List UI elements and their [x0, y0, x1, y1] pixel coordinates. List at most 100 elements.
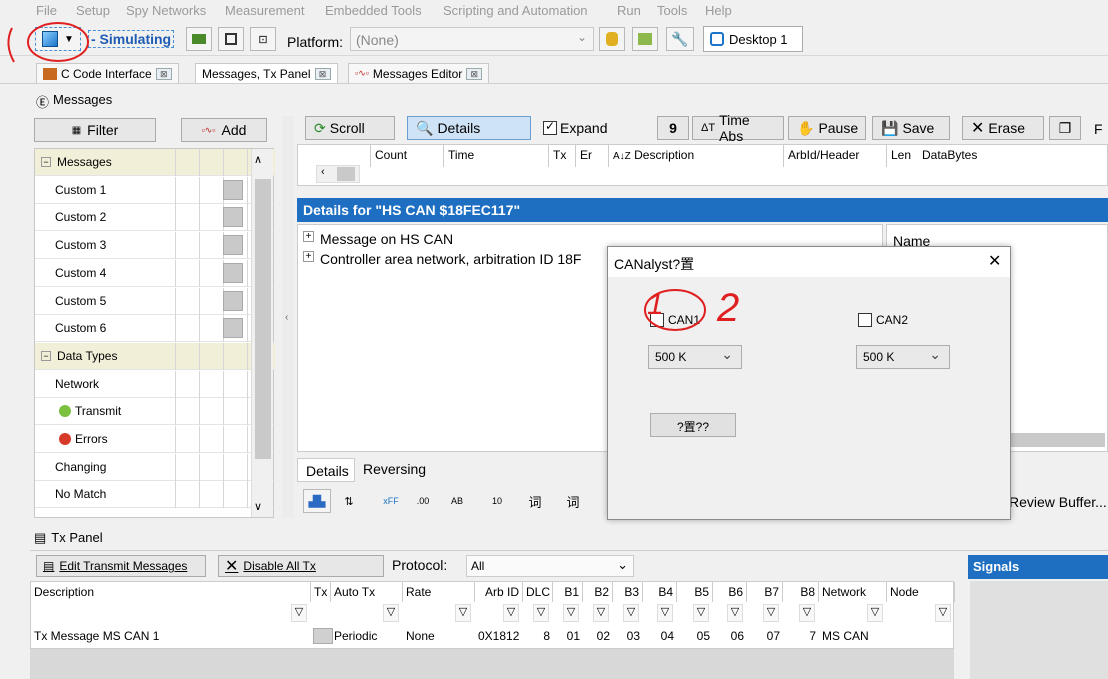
platform-button[interactable]: ⊡ [250, 27, 276, 51]
scroll-button[interactable]: ⟳ Scroll [305, 116, 395, 140]
hardware-button[interactable] [186, 27, 212, 51]
modules-button[interactable] [632, 27, 658, 51]
chevron-left-icon[interactable]: ‹ [285, 312, 288, 323]
expand-icon[interactable]: + [303, 231, 314, 242]
tree-item[interactable]: No Match [35, 481, 275, 509]
filter-icon[interactable]: ▽ [799, 604, 815, 622]
col-len[interactable]: Len [886, 145, 920, 167]
filter-icon[interactable]: ▽ [533, 604, 549, 622]
expand-check[interactable]: ✓ [543, 119, 557, 135]
close-icon[interactable]: ⊠ [155, 67, 172, 80]
disable-all-tx-button[interactable]: ✕ Disable All Tx [218, 555, 384, 577]
tree-item[interactable]: Custom 1 [35, 176, 275, 204]
menu-tools[interactable]: Tools [657, 3, 687, 18]
filter-icon[interactable]: ▽ [693, 604, 709, 622]
tx-col-header[interactable]: DLC [523, 582, 553, 602]
horizontal-scrollbar[interactable]: ‹ [316, 165, 360, 183]
protocol-select[interactable]: All ⌄ [466, 555, 634, 577]
pane-splitter[interactable]: ‹ [282, 116, 294, 518]
col-description[interactable]: A↓Z Description [608, 145, 778, 167]
tree-item[interactable]: Custom 3 [35, 232, 275, 260]
chevron-left-icon[interactable]: ‹ [321, 166, 325, 178]
tx-col-header[interactable]: Rate [403, 582, 475, 602]
tx-col-header[interactable]: B3 [613, 582, 643, 602]
tx-col-header[interactable]: B1 [553, 582, 583, 602]
color-swatch[interactable] [223, 318, 243, 339]
edit-transmit-button[interactable]: ▤ Edit Transmit Messages [36, 555, 206, 577]
color-swatch[interactable] [223, 290, 243, 311]
review-buffer-button[interactable]: Review Buffer... [1009, 494, 1107, 510]
col-count[interactable]: Count [370, 145, 438, 167]
simulating-label[interactable]: - Simulating [88, 30, 175, 48]
tx-col-header[interactable]: B4 [643, 582, 677, 602]
collapse-icon[interactable]: − [41, 157, 51, 167]
col-tx[interactable]: Tx [548, 145, 572, 167]
tree-item[interactable]: Custom 4 [35, 259, 275, 287]
filter-icon[interactable]: ▽ [291, 604, 307, 622]
tx-col-header[interactable]: Arb ID [475, 582, 523, 602]
chart-button[interactable]: ▟▙ [303, 489, 331, 513]
details-row-can[interactable]: + Controller area network, arbitration ID… [303, 251, 581, 267]
desktop-tab[interactable]: Desktop 1 [703, 26, 803, 52]
filter-icon[interactable]: ▽ [727, 604, 743, 622]
windows-button[interactable]: ❐ [1049, 116, 1081, 140]
filter-icon[interactable]: ▽ [563, 604, 579, 622]
col-time[interactable]: Time [443, 145, 545, 167]
can1-baud-select[interactable]: 500 K [648, 345, 742, 369]
tab-messages-editor[interactable]: ▫∿▫ Messages Editor ⊠ [348, 63, 490, 83]
menu-file[interactable]: File [36, 3, 57, 18]
tx-col-header[interactable]: Network [819, 582, 887, 602]
can2-checkbox[interactable]: CAN2 [858, 313, 908, 327]
tab-messages-tx-panel[interactable]: Messages, Tx Panel ⊠ [195, 63, 338, 83]
menu-measurement[interactable]: Measurement [225, 3, 304, 18]
tx-col-header[interactable]: B7 [747, 582, 783, 602]
filter-icon[interactable]: ▽ [455, 604, 471, 622]
chevron-up-icon[interactable]: ∧ [254, 153, 262, 166]
erase-button[interactable]: ✕ Erase [962, 116, 1044, 140]
filter-icon[interactable]: ▽ [763, 604, 779, 622]
save-button[interactable]: 💾 Save [872, 116, 950, 140]
tools-button[interactable]: 🔧 [666, 27, 694, 51]
pause-button[interactable]: ✋ Pause [788, 116, 866, 140]
lang-button-2[interactable]: 词 [559, 489, 587, 513]
tx-col-header[interactable]: Description [31, 582, 311, 602]
tree-item[interactable]: Errors [35, 426, 275, 453]
binary-button[interactable]: 10 [483, 489, 511, 513]
menu-embedded-tools[interactable]: Embedded Tools [325, 3, 422, 18]
collapse-icon[interactable]: − [41, 350, 51, 361]
ascii-button[interactable]: AB [443, 489, 471, 513]
platform-select[interactable]: (None) ⌄ [350, 27, 594, 51]
expand-icon[interactable]: + [303, 251, 314, 262]
can2-check[interactable] [858, 313, 872, 327]
tx-col-header[interactable]: B2 [583, 582, 613, 602]
can2-baud-select[interactable]: 500 K [856, 345, 950, 369]
tx-col-header[interactable]: Node [887, 582, 955, 602]
filter-icon[interactable]: ▽ [503, 604, 519, 622]
tree-item[interactable]: Network [35, 370, 275, 398]
hex-button[interactable]: xFF [377, 489, 405, 513]
details-button[interactable]: 🔍 Details [407, 116, 531, 140]
tree-item[interactable]: − Data Types [35, 342, 275, 370]
filter-icon[interactable]: ▽ [657, 604, 673, 622]
col-arbid[interactable]: ArbId/Header [783, 145, 883, 167]
menu-scripting[interactable]: Scripting and Automation [443, 3, 588, 18]
add-button[interactable]: ▫∿▫ Add [181, 118, 267, 142]
scrollbar-thumb[interactable] [255, 179, 271, 459]
tab-details[interactable]: Details [297, 458, 355, 482]
scrollbar-thumb[interactable] [337, 167, 355, 181]
col-er[interactable]: Er [575, 145, 599, 167]
close-icon[interactable]: ⊠ [466, 67, 483, 80]
filter-icon[interactable]: ▽ [623, 604, 639, 622]
database-button[interactable] [599, 27, 625, 51]
tx-cell[interactable] [313, 628, 333, 644]
tree-item[interactable]: Transmit [35, 398, 275, 426]
tree-item[interactable]: Custom 5 [35, 287, 275, 315]
expand-checkbox[interactable]: ✓ Expand [543, 119, 607, 136]
chevron-down-icon[interactable]: ∨ [254, 500, 262, 513]
scrollbar-thumb[interactable] [1007, 433, 1105, 447]
tree-item[interactable]: − Messages [35, 149, 275, 176]
filter-button[interactable]: ▦ Filter [34, 118, 156, 142]
graph-button[interactable]: ⇅ [335, 489, 363, 513]
menu-setup[interactable]: Setup [76, 3, 110, 18]
close-icon[interactable]: ✕ [988, 251, 1001, 271]
